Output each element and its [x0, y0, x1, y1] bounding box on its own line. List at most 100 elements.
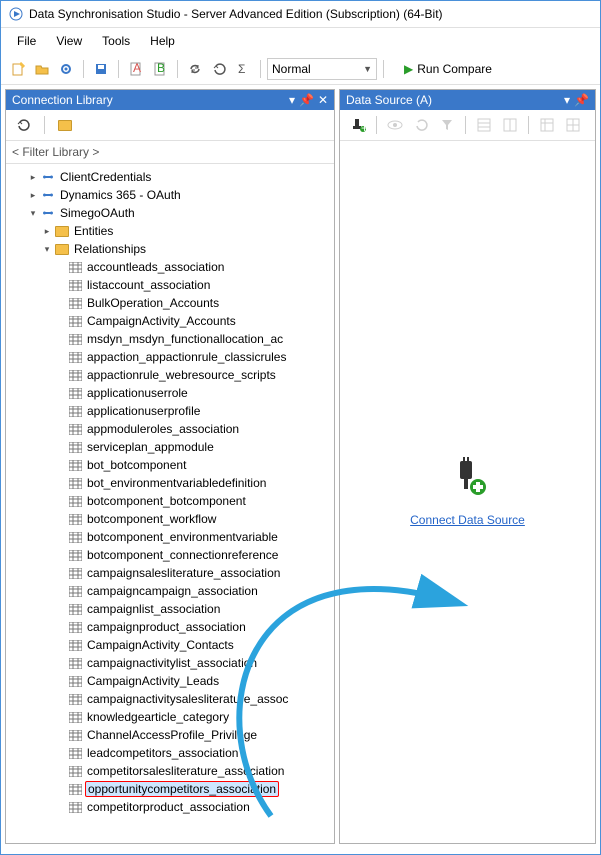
plug-icon: [448, 457, 488, 497]
folder-icon[interactable]: [58, 120, 72, 131]
tree-node-relationship[interactable]: appaction_appactionrule_classicrules: [8, 348, 332, 366]
tree-node-relationship[interactable]: botcomponent_workflow: [8, 510, 332, 528]
tree-node-relationship[interactable]: campaignactivitylist_association: [8, 654, 332, 672]
connection-icon: [41, 189, 55, 201]
expand-toggle[interactable]: ▸: [28, 190, 38, 201]
menu-tools[interactable]: Tools: [92, 30, 140, 52]
tree-node-relationship[interactable]: campaignproduct_association: [8, 618, 332, 636]
doc-a-icon[interactable]: A: [125, 58, 147, 80]
menu-help[interactable]: Help: [140, 30, 185, 52]
tree-node-clientcredentials[interactable]: ▸ ClientCredentials: [8, 168, 332, 186]
tree-node-relationship[interactable]: applicationuserprofile: [8, 402, 332, 420]
refresh-library-icon[interactable]: [12, 114, 34, 136]
table-icon: [69, 748, 82, 759]
close-icon[interactable]: ✕: [318, 93, 328, 107]
expand-toggle[interactable]: ▾: [28, 208, 38, 219]
tree-node-relationship[interactable]: bot_environmentvariabledefinition: [8, 474, 332, 492]
tree-node-relationship[interactable]: opportunitycompetitors_association: [8, 780, 332, 798]
node-label: msdyn_msdyn_functionallocation_ac: [85, 331, 285, 347]
gear-icon[interactable]: [55, 58, 77, 80]
ds-grid1-icon: [472, 114, 496, 136]
expand-toggle[interactable]: ▸: [28, 172, 38, 183]
mode-select[interactable]: Normal ▼: [267, 58, 377, 80]
table-icon: [69, 424, 82, 435]
svg-text:+: +: [361, 121, 366, 133]
tree-node-relationship[interactable]: botcomponent_connectionreference: [8, 546, 332, 564]
node-label: SimegoOAuth: [58, 205, 137, 221]
node-label: applicationuserprofile: [85, 403, 202, 419]
tree-node-relationship[interactable]: botcomponent_botcomponent: [8, 492, 332, 510]
tree-node-relationship[interactable]: CampaignActivity_Leads: [8, 672, 332, 690]
node-label: accountleads_association: [85, 259, 226, 275]
dropdown-icon[interactable]: ▾: [289, 93, 295, 107]
separator: [383, 60, 384, 78]
save-icon[interactable]: [90, 58, 112, 80]
tree-node-relationship[interactable]: knowledgearticle_category: [8, 708, 332, 726]
connection-tree[interactable]: ▸ClientCredentials▸Dynamics 365 - OAuth▾…: [6, 164, 334, 843]
table-icon: [69, 352, 82, 363]
tree-node-entities[interactable]: ▸Entities: [8, 222, 332, 240]
node-label: serviceplan_appmodule: [85, 439, 216, 455]
tree-node-relationship[interactable]: accountleads_association: [8, 258, 332, 276]
dropdown-icon[interactable]: ▾: [564, 93, 570, 107]
tree-node-dynamics365[interactable]: ▸Dynamics 365 - OAuth: [8, 186, 332, 204]
open-icon[interactable]: [31, 58, 53, 80]
tree-node-relationship[interactable]: applicationuserrole: [8, 384, 332, 402]
folder-icon: [55, 244, 69, 255]
expand-toggle[interactable]: ▸: [42, 226, 52, 237]
chevron-down-icon: ▼: [363, 64, 372, 74]
tree-node-relationship[interactable]: ChannelAccessProfile_Privilege: [8, 726, 332, 744]
separator: [528, 116, 529, 134]
pin-icon[interactable]: 📌: [574, 93, 589, 107]
ds-grid4-icon: [561, 114, 585, 136]
data-source-empty: Connect Data Source: [340, 141, 595, 843]
tree-node-relationship[interactable]: serviceplan_appmodule: [8, 438, 332, 456]
table-icon: [69, 478, 82, 489]
refresh-icon[interactable]: [184, 58, 206, 80]
connect-data-source-link[interactable]: Connect Data Source: [410, 513, 525, 527]
tree-node-relationships[interactable]: ▾Relationships: [8, 240, 332, 258]
separator: [177, 60, 178, 78]
node-label: appmoduleroles_association: [85, 421, 241, 437]
tree-node-relationship[interactable]: leadcompetitors_association: [8, 744, 332, 762]
menu-file[interactable]: File: [7, 30, 46, 52]
tree-node-relationship[interactable]: campaignsalesliterature_association: [8, 564, 332, 582]
tree-node-relationship[interactable]: CampaignActivity_Accounts: [8, 312, 332, 330]
tree-node-relationship[interactable]: competitorsalesliterature_association: [8, 762, 332, 780]
tree-node-relationship[interactable]: campaigncampaign_association: [8, 582, 332, 600]
menu-view[interactable]: View: [46, 30, 92, 52]
separator: [118, 60, 119, 78]
tree-node-relationship[interactable]: BulkOperation_Accounts: [8, 294, 332, 312]
library-subbar: [6, 110, 334, 141]
tree-node-relationship[interactable]: campaignactivitysalesliterature_assoc: [8, 690, 332, 708]
node-label: bot_environmentvariabledefinition: [85, 475, 268, 491]
node-label: ClientCredentials: [58, 169, 153, 185]
table-icon: [69, 514, 82, 525]
doc-b-icon[interactable]: B: [149, 58, 171, 80]
new-icon[interactable]: [7, 58, 29, 80]
tree-node-relationship[interactable]: listaccount_association: [8, 276, 332, 294]
filter-library-input[interactable]: < Filter Library >: [6, 141, 334, 164]
pin-icon[interactable]: 📌: [299, 93, 314, 107]
tree-node-relationship[interactable]: msdyn_msdyn_functionallocation_ac: [8, 330, 332, 348]
tree-node-relationship[interactable]: CampaignActivity_Contacts: [8, 636, 332, 654]
table-icon: [69, 388, 82, 399]
tree-node-simegooauth[interactable]: ▾ SimegoOAuth: [8, 204, 332, 222]
ds-filter-icon: [435, 114, 459, 136]
tree-node-relationship[interactable]: appmoduleroles_association: [8, 420, 332, 438]
tree-node-relationship[interactable]: campaignlist_association: [8, 600, 332, 618]
node-label: botcomponent_workflow: [85, 511, 218, 527]
node-label: campaignsalesliterature_association: [85, 565, 282, 581]
expand-toggle[interactable]: ▾: [42, 244, 52, 255]
tree-node-relationship[interactable]: bot_botcomponent: [8, 456, 332, 474]
connect-source-icon[interactable]: +: [346, 114, 370, 136]
node-label: listaccount_association: [85, 277, 212, 293]
run-compare-button[interactable]: ▶ Run Compare: [396, 58, 500, 80]
rotate-icon[interactable]: [208, 58, 230, 80]
tree-node-relationship[interactable]: appactionrule_webresource_scripts: [8, 366, 332, 384]
node-label: campaignactivitylist_association: [85, 655, 259, 671]
node-label: appactionrule_webresource_scripts: [85, 367, 278, 383]
tree-node-relationship[interactable]: botcomponent_environmentvariable: [8, 528, 332, 546]
sigma-icon[interactable]: Σ: [232, 58, 254, 80]
tree-node-relationship[interactable]: competitorproduct_association: [8, 798, 332, 816]
